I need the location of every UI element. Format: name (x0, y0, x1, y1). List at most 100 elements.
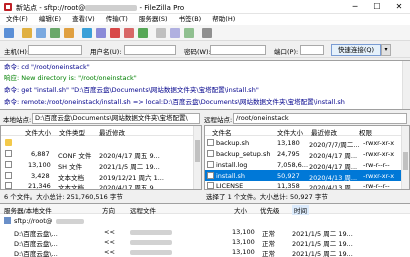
queue-header-direction[interactable]: 方向 (102, 205, 115, 215)
menu-edit[interactable]: 编辑(E) (36, 14, 64, 25)
queue-row[interactable]: D:\百度云盘\... << 13,100 正常 2021/1/5 周二 19.… (0, 237, 410, 248)
file-icon (207, 150, 214, 157)
cell-name: backup.sh (216, 139, 250, 147)
menu-transfer[interactable]: 传输(T) (103, 14, 131, 25)
port-input[interactable] (300, 45, 324, 55)
cell-size: 7,058,6... (277, 161, 309, 169)
cell-size: 3,428 (31, 172, 50, 180)
message-log[interactable]: 命令: cd "/root/oneinstack" 响应: New direct… (0, 60, 410, 110)
cell-name: install.sh (216, 172, 246, 180)
password-input[interactable] (210, 45, 266, 55)
port-label: 端口(P): (274, 48, 299, 56)
cell-perms: -rwxr-xr-x (363, 172, 395, 180)
username-input[interactable] (124, 45, 176, 55)
remote-path-input[interactable]: /root/oneinstack (233, 113, 407, 124)
log-type: 命令: (4, 63, 20, 71)
host-input[interactable] (28, 45, 82, 55)
file-icon (5, 172, 12, 179)
quickconnect-dropdown-button[interactable]: ▾ (381, 44, 391, 56)
transfer-queue[interactable]: 服务器/本地文件 方向 远程文件 大小 优先级 时间 sftp://root@ … (0, 203, 410, 257)
table-row[interactable]: backup.sh 13,180 2020/7/7/周二... -rwxr-xr… (205, 137, 401, 149)
table-row[interactable]: backup_setup.sh 24,795 2020/4/17 周... -r… (205, 148, 401, 160)
queue-server-row[interactable]: sftp://root@ (0, 216, 410, 226)
title-suffix: - FileZilla Pro (137, 4, 185, 12)
table-row[interactable]: LICENSE 11,358 2020/4/13 周... -rw-r--r-- (205, 180, 401, 190)
process-queue-icon[interactable] (96, 28, 106, 38)
remote-header-perms[interactable]: 权限 (359, 127, 372, 137)
filter-icon[interactable] (156, 28, 166, 38)
table-row[interactable]: 21,346 文本文档 2020/4/17 周五 9... (1, 180, 193, 189)
refresh-icon[interactable] (82, 28, 92, 38)
queue-row[interactable]: D:\百度云盘\... << 13,100 正常 2021/1/5 周二 19.… (0, 227, 410, 238)
cell-name: install.log (216, 161, 248, 169)
cell-perms: -rw-r--r-- (363, 161, 390, 169)
reconnect-icon[interactable] (138, 28, 148, 38)
queue-header-priority[interactable]: 优先级 (260, 205, 280, 215)
local-header-type[interactable]: 文件类型 (59, 127, 85, 137)
cancel-icon[interactable] (110, 28, 120, 38)
local-site-label: 本地站点: (3, 116, 32, 124)
menu-file[interactable]: 文件(F) (3, 14, 31, 25)
local-scrollbar[interactable] (193, 126, 201, 189)
minimize-button[interactable]: ─ (344, 0, 366, 13)
queue-priority: 正常 (262, 250, 275, 257)
cell-perms: -rwxr-xr-x (363, 150, 395, 158)
message-log-icon[interactable] (22, 28, 32, 38)
disconnect-icon[interactable] (124, 28, 134, 38)
menu-help[interactable]: 帮助(H) (209, 14, 238, 25)
local-path-bar: 本地站点: D:\百度云盘\Documents\网站数据文件夹\宝塔配置\ (0, 112, 202, 124)
queue-size: 13,100 (232, 248, 255, 256)
local-file-list[interactable]: 文件大小 文件类型 最近修改 6,887 CONF 文件 2020/4/17 周… (0, 125, 202, 190)
remote-list-header: 文件名 文件大小 最近修改 权限 (205, 126, 401, 137)
local-path-input[interactable]: D:\百度云盘\Documents\网站数据文件夹\宝塔配置\ (32, 113, 200, 124)
local-header-modified[interactable]: 最近修改 (99, 127, 125, 137)
queue-header-time[interactable]: 时间 (292, 205, 309, 215)
file-icon (5, 161, 12, 168)
menu-bookmarks[interactable]: 书签(B) (176, 14, 205, 25)
quickconnect-button[interactable]: 快速连接(Q) (331, 44, 381, 56)
queue-header-server[interactable]: 服务器/本地文件 (4, 205, 52, 215)
queue-time: 2021/1/5 周二 19... (292, 250, 353, 257)
remote-header-modified[interactable]: 最近修改 (311, 127, 337, 137)
remote-header-size[interactable]: 文件大小 (277, 127, 303, 137)
local-header-size[interactable]: 文件大小 (25, 127, 51, 137)
sync-browse-icon[interactable] (184, 28, 194, 38)
log-line: 命令: cd "/root/oneinstack" (4, 63, 90, 72)
queue-header-remote[interactable]: 远程文件 (130, 205, 156, 215)
compare-icon[interactable] (170, 28, 180, 38)
menu-bar: 文件(F) 编辑(E) 查看(V) 传输(T) 服务器(S) 书签(B) 帮助(… (0, 14, 410, 25)
menu-view[interactable]: 查看(V) (69, 14, 98, 25)
site-manager-icon[interactable] (4, 28, 14, 38)
remote-tree-icon[interactable] (50, 28, 60, 38)
queue-row[interactable]: D:\百度云盘\... << 13,100 正常 2021/1/5 周二 19.… (0, 247, 410, 257)
cell-perms: -rwxr-xr-x (363, 139, 395, 147)
file-icon (207, 182, 214, 189)
cell-size: 24,795 (277, 150, 300, 158)
cell-size: 13,180 (277, 139, 300, 147)
filezilla-window: 新站点 - sftp://root@ - FileZilla Pro ─ ☐ ✕… (0, 0, 410, 257)
local-tree-icon[interactable] (36, 28, 46, 38)
transfer-queue-icon[interactable] (64, 28, 74, 38)
table-row[interactable]: 13,100 SH 文件 2021/1/5 周二 19... (1, 159, 193, 171)
search-icon[interactable] (202, 28, 212, 38)
cell-modified: 2020/4/13 周... (309, 184, 358, 190)
password-label: 密码(W): (184, 48, 211, 56)
remote-header-name[interactable]: 文件名 (212, 127, 232, 137)
scrollbar-thumb[interactable] (403, 152, 408, 170)
remote-scrollbar[interactable] (401, 126, 409, 189)
scrollbar-thumb[interactable] (195, 140, 200, 162)
table-row[interactable] (1, 137, 193, 148)
local-status: 6 个文件。大小总计: 251,760,516 字节 (4, 193, 123, 201)
remote-site-label: 远程站点: (204, 116, 233, 124)
filezilla-logo-icon (4, 3, 12, 11)
log-scrollbar[interactable] (402, 61, 410, 109)
table-row[interactable]: install.log 7,058,6... 2020/4/17 周... -r… (205, 159, 401, 171)
local-list-header: 文件大小 文件类型 最近修改 (1, 126, 193, 137)
maximize-button[interactable]: ☐ (366, 0, 388, 13)
queue-header-size[interactable]: 大小 (234, 205, 247, 215)
remote-file-list[interactable]: 文件名 文件大小 最近修改 权限 backup.sh 13,180 2020/7… (204, 125, 410, 190)
table-row[interactable]: 6,887 CONF 文件 2020/4/17 周五 9... (1, 148, 193, 160)
close-button[interactable]: ✕ (388, 0, 410, 13)
file-icon (5, 150, 12, 157)
menu-server[interactable]: 服务器(S) (136, 14, 171, 25)
